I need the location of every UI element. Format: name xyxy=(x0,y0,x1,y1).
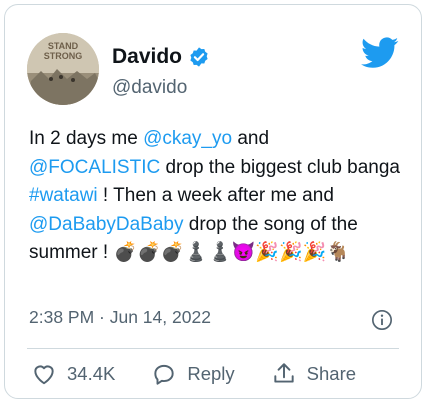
tweet-text-segment: drop the biggest club banga xyxy=(160,156,400,178)
tweet-text-segment: and xyxy=(232,128,270,149)
reply-icon xyxy=(154,364,175,385)
reply-label: Reply xyxy=(187,363,235,384)
author-name[interactable]: Davido xyxy=(112,45,182,69)
reply-button[interactable]: Reply xyxy=(151,361,235,387)
tweet-text-segment: In 2 days me xyxy=(29,128,144,149)
share-button[interactable]: Share xyxy=(271,361,356,387)
hashtag-watawi[interactable]: #watawi xyxy=(29,185,98,206)
tweet-text-segment: ! Then a week after me and xyxy=(97,185,334,206)
tweet-text: In 2 days me @ckay_yo and @FOCALISTIC dr… xyxy=(29,125,401,268)
avatar[interactable]: STAND STRONG xyxy=(27,33,99,105)
twitter-bird-icon[interactable] xyxy=(361,37,399,69)
share-label: Share xyxy=(306,363,357,384)
tweet-card: STAND STRONG Davido @davido In 2 days me… xyxy=(4,4,422,399)
like-count: 34.4K xyxy=(67,363,116,384)
verified-badge-icon xyxy=(190,47,208,67)
divider xyxy=(27,348,399,349)
avatar-text-1: STAND xyxy=(48,41,79,51)
action-bar: 34.4K Reply Share xyxy=(31,361,392,387)
like-button[interactable]: 34.4K xyxy=(31,361,115,387)
heart-icon xyxy=(34,365,54,385)
share-icon xyxy=(274,363,294,383)
author-handle[interactable]: @davido xyxy=(112,77,187,99)
author-name-row[interactable]: Davido xyxy=(112,45,210,69)
emoji-sequence: 💣💣💣♟️♟️😈🎉🎉🎉🐐 xyxy=(113,242,351,263)
timestamp[interactable]: 2:38 PM · Jun 14, 2022 xyxy=(29,307,211,328)
mention-focalistic[interactable]: @FOCALISTIC xyxy=(29,157,160,178)
mention-ckay[interactable]: @ckay_yo xyxy=(143,128,232,149)
avatar-text-2: STRONG xyxy=(44,51,83,61)
avatar-image: STAND STRONG xyxy=(27,33,99,105)
mention-dababy[interactable]: @DaBabyDaBaby xyxy=(29,214,183,235)
info-icon[interactable] xyxy=(371,309,393,331)
